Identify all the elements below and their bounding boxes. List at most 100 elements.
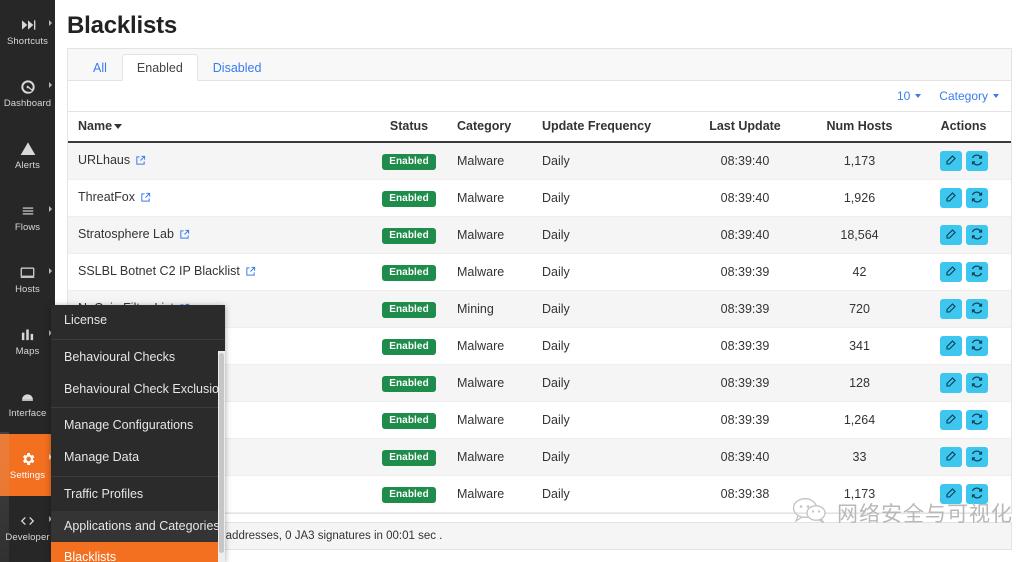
- blacklist-name-link[interactable]: SSLBL Botnet C2 IP Blacklist: [78, 264, 240, 278]
- cell-actions: [916, 290, 1011, 328]
- table-row: Stratosphere Lab Enabled Malware Daily 08:39…: [68, 216, 1011, 254]
- column-header-label: Last Update: [709, 119, 781, 133]
- edit-button[interactable]: [939, 410, 962, 430]
- cell-status: Enabled: [371, 438, 447, 476]
- column-header-category: Category: [447, 111, 532, 143]
- sidebar-item-interface[interactable]: Interface: [0, 372, 55, 434]
- sidebar-item-label: Hosts: [15, 284, 40, 296]
- edit-button[interactable]: [939, 262, 962, 282]
- cell-num-hosts: 128: [803, 364, 916, 402]
- settings-menu-item-behavioural-checks[interactable]: Behavioural Checks: [51, 342, 225, 374]
- external-link-icon[interactable]: [135, 155, 146, 169]
- column-header-label: Name: [78, 119, 113, 133]
- table-row: ThreatFox Enabled Malware Daily 08:39:40 1,92…: [68, 179, 1011, 217]
- menu-divider: [51, 407, 225, 409]
- cell-actions: [916, 216, 1011, 254]
- edit-button[interactable]: [939, 299, 962, 319]
- cell-name: SSLBL Botnet C2 IP Blacklist: [68, 253, 371, 291]
- settings-menu-item-license[interactable]: License: [51, 305, 225, 337]
- edit-icon: [945, 265, 957, 280]
- edit-button[interactable]: [939, 373, 962, 393]
- cell-frequency: Daily: [532, 364, 687, 402]
- refresh-button[interactable]: [965, 299, 988, 319]
- cell-last-update: 08:39:40: [687, 142, 803, 180]
- refresh-icon: [971, 191, 983, 206]
- gear-icon: [20, 449, 36, 468]
- sidebar-item-maps[interactable]: Maps: [0, 310, 55, 372]
- cell-frequency: Daily: [532, 475, 687, 513]
- refresh-button[interactable]: [965, 151, 988, 171]
- external-link-icon[interactable]: [140, 192, 151, 206]
- cell-status: Enabled: [371, 401, 447, 439]
- sidebar-item-hosts[interactable]: Hosts: [0, 248, 55, 310]
- settings-menu-item-behavioural-check-exclusions[interactable]: Behavioural Check Exclusions: [51, 374, 225, 406]
- cell-status: Enabled: [371, 327, 447, 365]
- column-header-name[interactable]: Name: [68, 111, 371, 143]
- cell-actions: [916, 475, 1011, 513]
- category-filter-dropdown[interactable]: Category: [939, 89, 999, 103]
- refresh-button[interactable]: [965, 188, 988, 208]
- refresh-button[interactable]: [965, 410, 988, 430]
- page-title: Blacklists: [67, 12, 178, 39]
- refresh-button[interactable]: [965, 336, 988, 356]
- cell-last-update: 08:39:39: [687, 253, 803, 291]
- column-header-last-update: Last Update: [687, 111, 803, 143]
- sidebar-item-shortcuts[interactable]: Shortcuts: [0, 0, 55, 62]
- tab-disabled[interactable]: Disabled: [198, 54, 277, 82]
- menu-divider: [51, 338, 225, 340]
- status-badge: Enabled: [382, 190, 436, 207]
- refresh-button[interactable]: [965, 262, 988, 282]
- settings-menu-item-manage-data[interactable]: Manage Data: [51, 442, 225, 474]
- edit-icon: [945, 154, 957, 169]
- sidebar-item-label: Flows: [14, 222, 41, 234]
- settings-menu-item-manage-configurations[interactable]: Manage Configurations: [51, 410, 225, 442]
- column-header-label: Update Frequency: [542, 119, 652, 133]
- cell-actions: [916, 327, 1011, 365]
- edge-artifact: [0, 432, 9, 562]
- edit-button[interactable]: [939, 336, 962, 356]
- sidebar-item-flows[interactable]: Flows: [0, 186, 55, 248]
- refresh-button[interactable]: [965, 225, 988, 245]
- sidebar-item-label: Shortcuts: [6, 36, 49, 48]
- interface-icon: [19, 387, 36, 406]
- edit-button[interactable]: [939, 484, 962, 504]
- chevron-down-icon: [915, 94, 922, 98]
- tab-all[interactable]: All: [78, 54, 122, 82]
- hosts-icon: [19, 263, 36, 282]
- refresh-icon: [971, 228, 983, 243]
- settings-menu-item-blacklists[interactable]: Blacklists: [51, 542, 225, 562]
- cell-category: Malware: [447, 216, 532, 254]
- tab-enabled[interactable]: Enabled: [121, 53, 198, 81]
- maps-icon: [20, 325, 35, 344]
- edit-button[interactable]: [939, 225, 962, 245]
- blacklist-name-link[interactable]: ThreatFox: [78, 190, 135, 204]
- refresh-icon: [971, 487, 983, 502]
- blacklist-name-link[interactable]: Stratosphere Lab: [78, 227, 174, 241]
- page-size-dropdown[interactable]: 10: [897, 89, 922, 103]
- status-badge: Enabled: [382, 227, 436, 244]
- cell-last-update: 08:39:39: [687, 290, 803, 328]
- edit-icon: [945, 302, 957, 317]
- sidebar-item-alerts[interactable]: Alerts: [0, 124, 55, 186]
- status-badge: Enabled: [382, 449, 436, 466]
- cell-num-hosts: 42: [803, 253, 916, 291]
- flyout-scrollbar-thumb[interactable]: [219, 353, 224, 553]
- settings-menu-item-traffic-profiles[interactable]: Traffic Profiles: [51, 479, 225, 511]
- edit-button[interactable]: [939, 151, 962, 171]
- tab-bar: All Enabled Disabled: [68, 49, 1011, 81]
- settings-menu-item-applications-and-categories[interactable]: Applications and Categories: [51, 510, 225, 543]
- cell-frequency: Daily: [532, 253, 687, 291]
- blacklist-name-link[interactable]: URLhaus: [78, 153, 130, 167]
- refresh-button[interactable]: [965, 373, 988, 393]
- cell-num-hosts: 18,564: [803, 216, 916, 254]
- cell-actions: [916, 401, 1011, 439]
- external-link-icon[interactable]: [245, 266, 256, 280]
- refresh-button[interactable]: [965, 484, 988, 504]
- edit-button[interactable]: [939, 447, 962, 467]
- sidebar-item-dashboard[interactable]: Dashboard: [0, 62, 55, 124]
- external-link-icon[interactable]: [179, 229, 190, 243]
- refresh-button[interactable]: [965, 447, 988, 467]
- edit-button[interactable]: [939, 188, 962, 208]
- cell-actions: [916, 364, 1011, 402]
- edit-icon: [945, 487, 957, 502]
